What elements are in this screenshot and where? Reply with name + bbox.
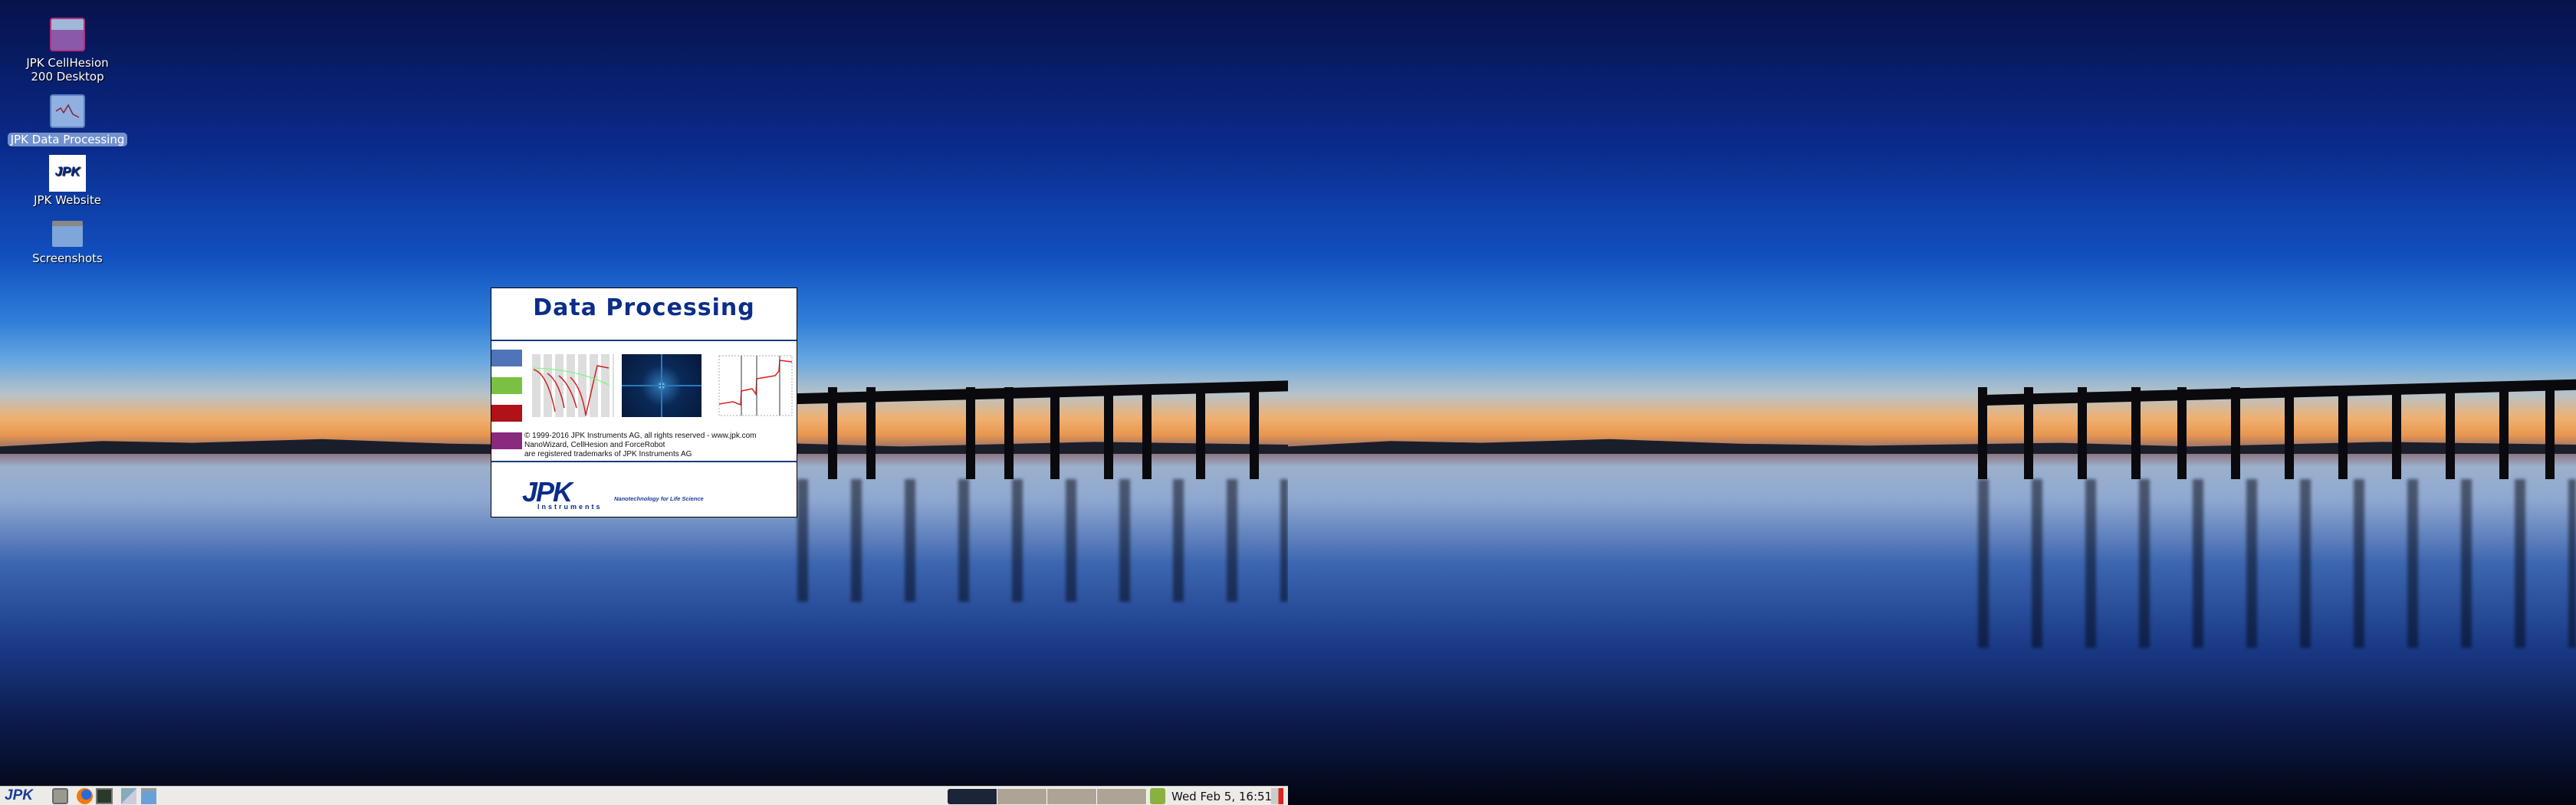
desktop-left: JPK CellHesion 200 Desktop JPK Data Proce… [0, 0, 1288, 805]
show-desktop-icon[interactable] [52, 788, 68, 804]
divider [491, 340, 797, 341]
desktop-icon-data-processing[interactable]: JPK Data Processing [0, 94, 135, 146]
icon-label: Screenshots [32, 251, 103, 265]
taskbar: JPK Wed Feb 5, 16:51 [0, 786, 1288, 805]
force-curve-thumbnail [532, 354, 614, 417]
trademark-line: are registered trademarks of JPK Instrum… [524, 450, 692, 458]
trademark-line: NanoWizard, CellHesion and ForceRobot [524, 441, 665, 449]
workspace-3[interactable] [1047, 789, 1097, 804]
color-bar-blue [491, 350, 522, 366]
color-bar-red [491, 405, 522, 422]
workspace-4[interactable] [1097, 789, 1147, 804]
color-bar-green [491, 377, 522, 394]
tagline: Nanotechnology for Life Science [614, 495, 704, 502]
icon-label: 200 Desktop [31, 70, 104, 84]
icon-label: JPK CellHesion [26, 56, 109, 70]
desktop-icon-jpk-website[interactable]: JPK JPK Website [0, 155, 135, 207]
icon-label: JPK Website [34, 193, 101, 207]
workspace-switcher[interactable] [948, 789, 1147, 804]
firefox-icon[interactable] [77, 788, 93, 804]
logout-icon[interactable] [1271, 788, 1283, 804]
folder-icon [52, 221, 83, 247]
pier-reflection [1978, 479, 2576, 648]
jpk-logo-icon: JPK [49, 155, 86, 192]
fft-image-thumbnail [622, 354, 702, 417]
splash-title: Data Processing [533, 294, 755, 321]
cellhesion-app-icon [50, 18, 85, 51]
workspace-2[interactable] [997, 789, 1047, 804]
icon-label: JPK Data Processing [7, 133, 128, 146]
copyright-text: © 1999-2016 JPK Instruments AG, all righ… [524, 432, 757, 459]
height-time-plot-thumbnail [710, 354, 794, 417]
files-icon[interactable] [141, 788, 156, 804]
splash-screen: Data Processing © 1999-2016 JPK Instrume… [491, 288, 797, 518]
clock[interactable]: Wed Feb 5, 16:51 [1171, 790, 1272, 803]
network-icon[interactable] [121, 788, 136, 804]
pier-reflection [797, 479, 1288, 602]
jpk-logo-subtitle: Instruments [537, 503, 603, 511]
divider [491, 461, 797, 462]
desktop-right [1288, 0, 2576, 805]
trash-icon[interactable] [1150, 788, 1165, 804]
desktop-icon-cellhesion[interactable]: JPK CellHesion 200 Desktop [0, 18, 135, 84]
terminal-icon[interactable] [96, 788, 113, 804]
desktop-icon-screenshots[interactable]: Screenshots [0, 221, 135, 265]
main-menu-button[interactable]: JPK [5, 787, 33, 803]
pier-silhouette [782, 380, 1288, 479]
pier-silhouette [1978, 379, 2576, 479]
data-processing-app-icon [50, 94, 85, 128]
color-bar-purple [491, 432, 522, 449]
workspace-1[interactable] [948, 789, 997, 804]
copyright-line: © 1999-2016 JPK Instruments AG, all righ… [524, 432, 757, 440]
